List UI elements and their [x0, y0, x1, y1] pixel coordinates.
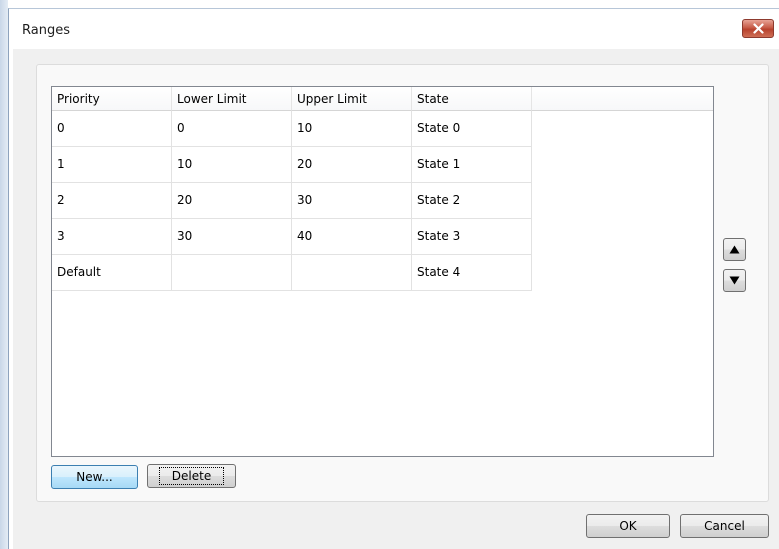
cancel-button[interactable]: Cancel — [680, 514, 769, 538]
close-button[interactable] — [742, 19, 774, 38]
cell-lower-limit[interactable] — [172, 255, 292, 291]
close-icon — [752, 23, 764, 34]
cell-upper-limit[interactable]: 20 — [292, 147, 412, 183]
table-row[interactable]: 0 0 10 State 0 — [52, 111, 532, 147]
table-row[interactable]: Default State 4 — [52, 255, 532, 291]
table-row[interactable]: 1 10 20 State 1 — [52, 147, 532, 183]
column-header-upper-limit[interactable]: Upper Limit — [292, 87, 412, 111]
ranges-grid[interactable]: Priority Lower Limit Upper Limit State 0… — [51, 86, 714, 457]
ranges-group-panel: Priority Lower Limit Upper Limit State 0… — [36, 64, 769, 502]
cell-priority[interactable]: 0 — [52, 111, 172, 147]
column-header-lower-limit[interactable]: Lower Limit — [172, 87, 292, 111]
title-bar[interactable]: Ranges — [9, 9, 779, 49]
cell-priority[interactable]: 1 — [52, 147, 172, 183]
move-down-button[interactable] — [723, 269, 746, 292]
cell-priority[interactable]: Default — [52, 255, 172, 291]
cell-lower-limit[interactable]: 0 — [172, 111, 292, 147]
cell-upper-limit[interactable] — [292, 255, 412, 291]
delete-button-label: Delete — [158, 467, 225, 485]
table-row[interactable]: 3 30 40 State 3 — [52, 219, 532, 255]
table-row[interactable]: 2 20 30 State 2 — [52, 183, 532, 219]
delete-button[interactable]: Delete — [147, 464, 236, 488]
cell-upper-limit[interactable]: 40 — [292, 219, 412, 255]
column-header-filler — [532, 87, 713, 111]
cell-priority[interactable]: 2 — [52, 183, 172, 219]
ranges-dialog: Ranges Priority Lower Limit Upper Limit … — [8, 8, 779, 549]
cell-state[interactable]: State 0 — [412, 111, 532, 147]
column-header-priority[interactable]: Priority — [52, 87, 172, 111]
cell-state[interactable]: State 3 — [412, 219, 532, 255]
cell-upper-limit[interactable]: 10 — [292, 111, 412, 147]
cell-priority[interactable]: 3 — [52, 219, 172, 255]
cell-lower-limit[interactable]: 10 — [172, 147, 292, 183]
background-window-edge — [0, 0, 8, 549]
column-header-state[interactable]: State — [412, 87, 532, 111]
cell-state[interactable]: State 1 — [412, 147, 532, 183]
cell-upper-limit[interactable]: 30 — [292, 183, 412, 219]
new-button[interactable]: New... — [51, 465, 138, 489]
arrow-up-icon — [729, 245, 740, 254]
cell-state[interactable]: State 2 — [412, 183, 532, 219]
arrow-down-icon — [729, 276, 740, 285]
cell-lower-limit[interactable]: 30 — [172, 219, 292, 255]
dialog-client-area: Priority Lower Limit Upper Limit State 0… — [13, 49, 779, 549]
move-up-button[interactable] — [723, 238, 746, 261]
cell-lower-limit[interactable]: 20 — [172, 183, 292, 219]
ok-button[interactable]: OK — [586, 514, 670, 538]
window-title: Ranges — [22, 23, 70, 38]
cell-state[interactable]: State 4 — [412, 255, 532, 291]
